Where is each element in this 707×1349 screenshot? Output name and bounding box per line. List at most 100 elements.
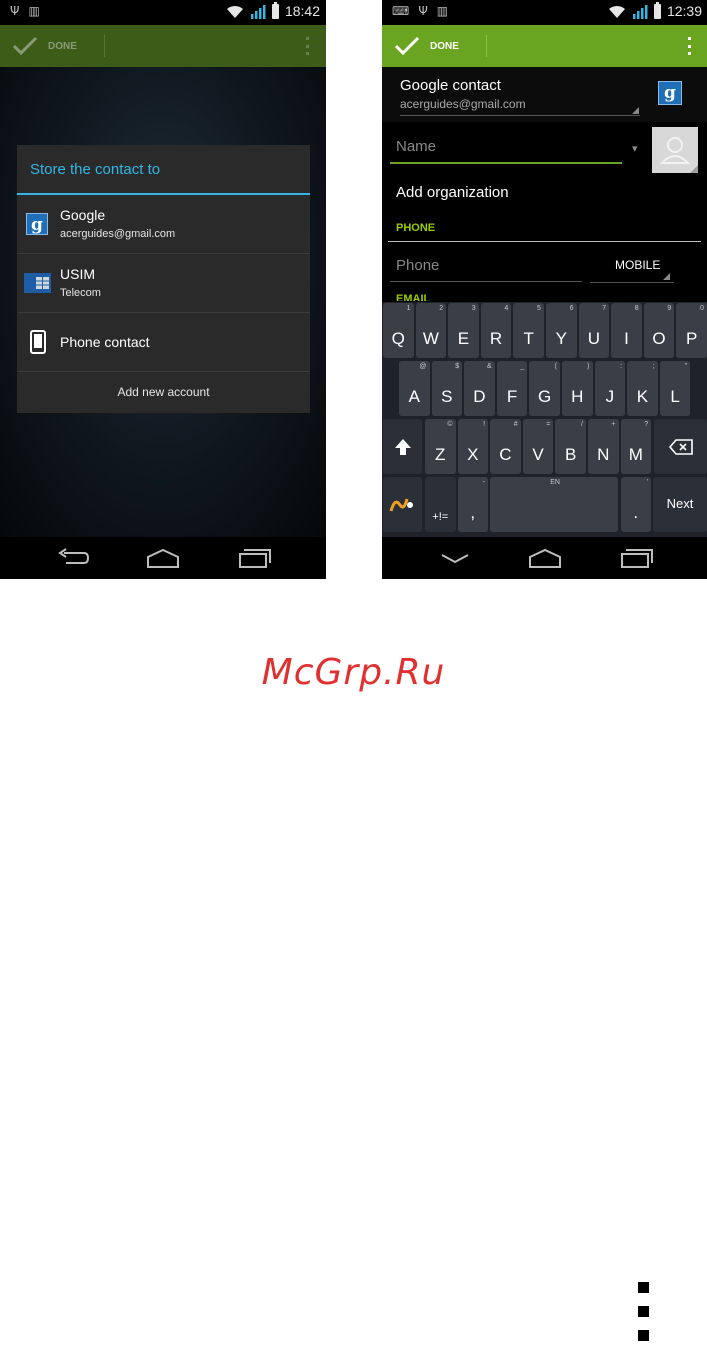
key-y[interactable]: 6Y [546, 303, 577, 358]
bullet-marker [638, 1330, 649, 1341]
account-option-phone[interactable]: Phone contact [17, 313, 310, 372]
phone-icon [30, 330, 46, 354]
key-label: Z [435, 445, 446, 464]
key-label: F [506, 387, 518, 406]
navigation-bar [382, 537, 707, 579]
status-bar: Ψ ▥ 18:42 [0, 0, 326, 25]
next-key[interactable]: Next [653, 477, 707, 532]
shift-key[interactable] [383, 419, 422, 474]
key-o[interactable]: 9O [643, 303, 675, 358]
key-label: J [605, 387, 615, 406]
comma-key[interactable]: -, [457, 477, 488, 532]
back-icon[interactable] [56, 547, 90, 569]
action-bar: DONE [0, 25, 326, 67]
shift-icon [395, 439, 411, 455]
done-label: DONE [48, 40, 77, 52]
key-v[interactable]: = V [522, 419, 554, 474]
backspace-icon [669, 439, 693, 455]
key-t[interactable]: 5T [513, 303, 544, 358]
key-d[interactable]: & D [464, 361, 495, 416]
key-label: W [422, 329, 439, 348]
checkmark-icon [12, 36, 38, 56]
key-b[interactable]: / B [555, 419, 586, 474]
key-hint: / [580, 421, 583, 428]
sim-card-icon [24, 273, 51, 293]
overflow-menu-icon[interactable] [304, 37, 310, 55]
hide-keyboard-icon[interactable] [438, 547, 472, 569]
key-label: Y [555, 329, 567, 348]
key-p[interactable]: 0P [676, 303, 707, 358]
account-option-usim[interactable]: USIM Telecom [17, 254, 310, 313]
phone-type-label: MOBILE [615, 258, 661, 272]
symbols-key[interactable]: +!= [425, 477, 456, 532]
key-s[interactable]: $ S [431, 361, 463, 416]
add-organization-button[interactable]: Add organization [396, 184, 509, 201]
key-label: B [564, 445, 577, 464]
key-c[interactable]: # C [490, 419, 521, 474]
key-z[interactable]: © Z [425, 419, 456, 474]
recent-apps-icon[interactable] [238, 547, 272, 569]
keyboard-icon: ⌨ [392, 4, 410, 18]
key-label: L [670, 387, 680, 406]
phone-section-header: PHONE [396, 222, 436, 234]
key-m[interactable]: ? M [620, 419, 652, 474]
key-hint: " [684, 363, 688, 370]
key-label: S [441, 387, 453, 406]
key-hint: @ [419, 363, 427, 370]
account-selector[interactable]: Google contact acerguides@gmail.com g [382, 67, 707, 122]
key-label: . [633, 503, 639, 522]
key-label: U [587, 329, 600, 348]
key-n[interactable]: + N [588, 419, 619, 474]
space-key[interactable]: EN [490, 477, 618, 532]
section-divider [388, 241, 701, 242]
home-icon[interactable] [528, 547, 562, 569]
key-label: I [624, 329, 629, 348]
recent-apps-icon[interactable] [620, 547, 654, 569]
done-button[interactable]: DONE [12, 33, 77, 59]
key-label: O [652, 329, 666, 348]
battery-icon [653, 1, 661, 19]
key-a[interactable]: @ A [399, 361, 430, 416]
home-icon[interactable] [146, 547, 180, 569]
key-w[interactable]: 2W [415, 303, 447, 358]
key-u[interactable]: 7U [578, 303, 610, 358]
phone-field[interactable] [390, 250, 582, 282]
contact-photo-icon[interactable] [652, 127, 698, 173]
key-e[interactable]: 3E [448, 303, 479, 358]
key-hint: ! [483, 421, 486, 428]
key-hint: $ [455, 363, 460, 370]
key-hint: : [620, 363, 623, 370]
key-label: T [523, 329, 534, 348]
key-g[interactable]: (G [529, 361, 560, 416]
watermark: McGrp.Ru [261, 652, 446, 693]
key-hint: ' [646, 479, 648, 486]
account-option-google[interactable]: g Google acerguides@gmail.com [17, 195, 310, 254]
name-field[interactable] [390, 130, 622, 164]
overflow-menu-icon[interactable] [686, 37, 692, 55]
key-k[interactable]: ; K [627, 361, 658, 416]
add-new-account-button[interactable]: Add new account [17, 371, 310, 413]
key-q[interactable]: 1Q [383, 303, 414, 358]
key-r[interactable]: 4R [480, 303, 512, 358]
key-label: G [538, 387, 552, 406]
status-bar: ⌨ Ψ ▥ 12:39 [382, 0, 707, 25]
done-button[interactable]: DONE [394, 33, 459, 59]
swype-key[interactable] [383, 477, 422, 532]
key-label: , [470, 503, 476, 522]
phone-type-spinner[interactable]: MOBILE [590, 252, 674, 283]
backspace-key[interactable] [654, 419, 707, 474]
account-subtitle: acerguides@gmail.com [60, 228, 176, 240]
signal-icon [250, 4, 266, 19]
account-title: Phone contact [60, 334, 150, 350]
key-x[interactable]: ! X [457, 419, 489, 474]
key-f[interactable]: _ F [496, 361, 528, 416]
period-key[interactable]: '. [620, 477, 651, 532]
key-j[interactable]: :J [594, 361, 626, 416]
key-hint: EN [550, 479, 560, 486]
action-bar: DONE [382, 25, 707, 67]
expand-name-icon[interactable]: ▾ [632, 142, 638, 155]
key-label: Q [391, 329, 405, 348]
key-l[interactable]: " L [659, 361, 691, 416]
key-h[interactable]: ) H [562, 361, 593, 416]
key-i[interactable]: 8I [611, 303, 642, 358]
